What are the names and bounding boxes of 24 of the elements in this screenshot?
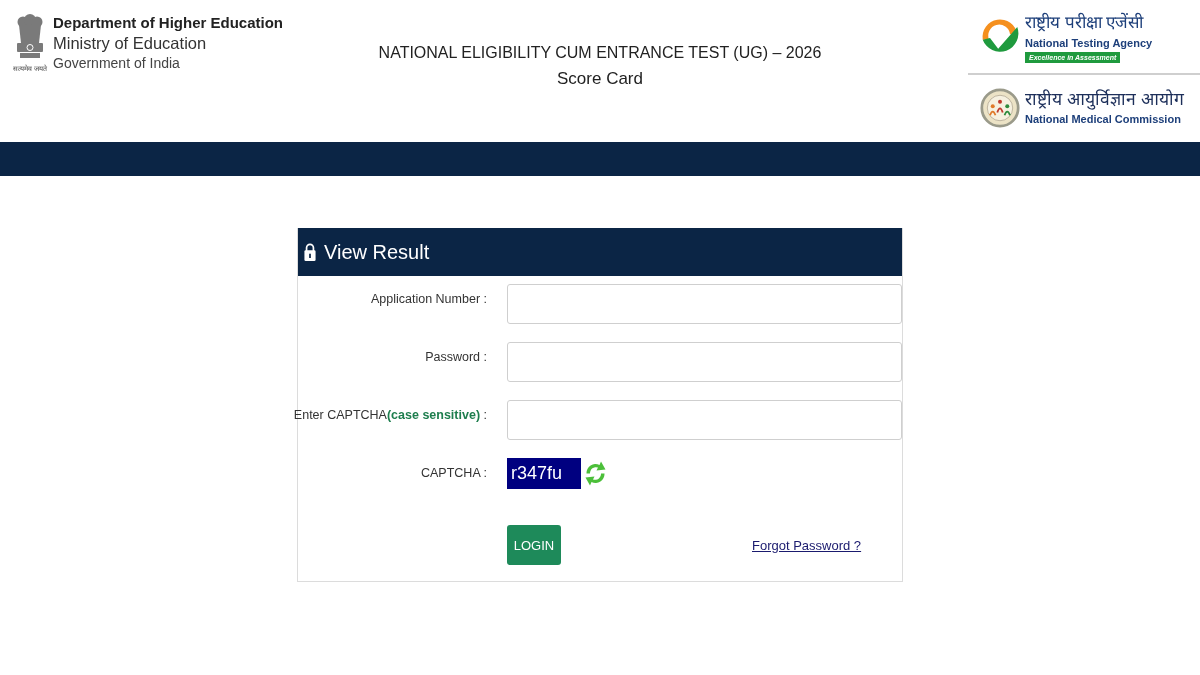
organisation-name-hindi: राष्ट्रीय आयुर्विज्ञान आयोग — [1025, 88, 1184, 111]
page-subtitle: Score Card — [557, 68, 643, 90]
input-field[interactable] — [507, 342, 902, 382]
emblem-icon — [14, 13, 46, 59]
ministry-name: Ministry of Education — [53, 33, 208, 53]
department-name: Department of Higher Education — [53, 13, 284, 33]
government-name: Government of India — [53, 54, 181, 73]
field-label: Enter CAPTCHA(case sensitive) : — [293, 407, 487, 424]
seal-icon — [980, 87, 1020, 128]
card-title: View Result — [324, 240, 430, 264]
captcha-image: r347fu — [507, 458, 581, 489]
lock-icon — [304, 242, 316, 262]
refresh-icon[interactable] — [585, 461, 606, 486]
login-button[interactable]: LOGIN — [507, 525, 561, 565]
field-label: Application Number : — [370, 291, 487, 308]
input-field[interactable] — [507, 400, 902, 440]
organisation-name: National Medical Commission — [1025, 112, 1181, 127]
forgot-password-link[interactable]: Forgot Password ? — [752, 537, 862, 553]
organisation-name-hindi: राष्ट्रीय परीक्षा एजेंसी — [1025, 11, 1144, 34]
input-field[interactable] — [507, 284, 902, 324]
field-label: Password : — [425, 349, 487, 366]
field-label: CAPTCHA : — [421, 465, 487, 482]
page-title: NATIONAL ELIGIBILITY CUM ENTRANCE TEST (UG) – 2026 — [378, 43, 822, 63]
organisation-name: National Testing Agency — [1025, 35, 1153, 51]
